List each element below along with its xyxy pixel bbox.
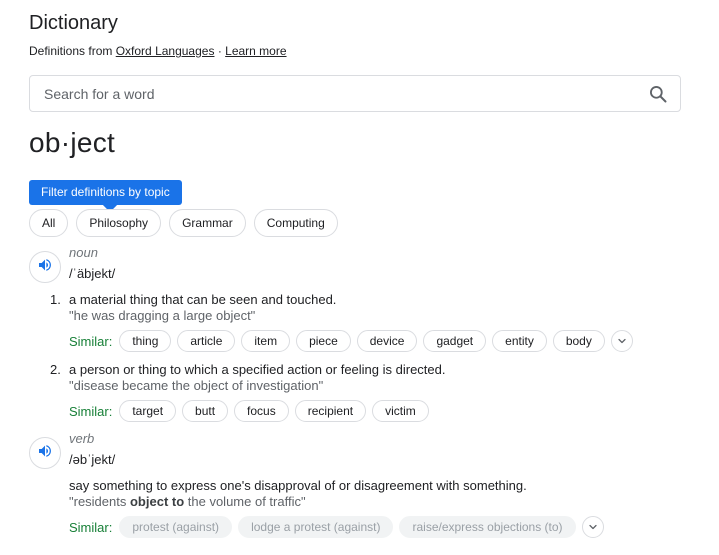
source-prefix: Definitions from <box>29 44 113 58</box>
synonym-chip[interactable]: body <box>552 330 605 352</box>
synonym-chip[interactable]: lodge a protest (against) <box>238 516 394 538</box>
example-text-bold: object to <box>129 494 185 509</box>
part-of-speech-verb: verb <box>69 431 95 446</box>
phonetic-verb: /əbˈjekt/ <box>69 452 116 467</box>
synonym-chip[interactable]: entity <box>492 330 547 352</box>
synonym-chip[interactable]: article <box>177 330 236 352</box>
search-box <box>29 75 681 112</box>
more-synonyms-button[interactable] <box>610 330 633 352</box>
search-input[interactable] <box>30 76 640 111</box>
topic-filter: All Philosophy Grammar Computing <box>29 209 338 237</box>
topic-chip-grammar[interactable]: Grammar <box>169 209 246 237</box>
filter-tooltip: Filter definitions by topic <box>29 180 182 205</box>
similar-label: Similar: <box>69 519 113 535</box>
synonym-chip[interactable]: gadget <box>423 330 487 352</box>
similar-words-row: Similar: protest (against) lodge a prote… <box>69 516 604 538</box>
synonym-chip[interactable]: target <box>119 400 177 422</box>
similar-words-row: Similar: target butt focus recipient vic… <box>69 400 429 422</box>
definition-text: say something to express one's disapprov… <box>69 478 527 493</box>
example-text-post: the volume of traffic" <box>184 494 306 509</box>
learn-more-link[interactable]: Learn more <box>225 44 286 58</box>
synonym-chip[interactable]: butt <box>182 400 229 422</box>
sense-number: 2. <box>50 362 61 377</box>
topic-chip-all[interactable]: All <box>29 209 69 237</box>
synonym-chip[interactable]: thing <box>119 330 172 352</box>
part-of-speech-noun: noun <box>69 245 98 260</box>
page-title: Dictionary <box>29 12 118 34</box>
similar-label: Similar: <box>69 333 113 349</box>
more-synonyms-button[interactable] <box>581 516 604 538</box>
pronunciation-audio-button-verb[interactable] <box>29 437 61 469</box>
headword: ob·ject <box>29 127 116 158</box>
synonym-chip[interactable]: raise/express objections (to) <box>399 516 576 538</box>
synonym-chip[interactable]: protest (against) <box>119 516 233 538</box>
chevron-down-icon <box>588 524 597 530</box>
topic-chip-philosophy[interactable]: Philosophy <box>76 209 162 237</box>
speaker-icon <box>37 257 53 278</box>
source-line: Definitions from Oxford Languages · Lear… <box>29 44 287 58</box>
example-text: "disease became the object of investigat… <box>69 378 324 393</box>
sense-number: 1. <box>50 292 61 307</box>
similar-words-row: Similar: thing article item piece device… <box>69 330 633 352</box>
definition-text: a material thing that can be seen and to… <box>69 292 337 307</box>
synonym-chip[interactable]: item <box>241 330 291 352</box>
pronunciation-audio-button-noun[interactable] <box>29 251 61 283</box>
synonym-chip[interactable]: recipient <box>294 400 367 422</box>
example-text: "residents object to the volume of traff… <box>69 494 306 509</box>
search-icon[interactable] <box>640 76 676 112</box>
synonym-chip[interactable]: victim <box>372 400 429 422</box>
synonym-chip[interactable]: focus <box>234 400 289 422</box>
separator: · <box>217 44 222 58</box>
oxford-languages-link[interactable]: Oxford Languages <box>116 44 215 58</box>
phonetic-noun: /ˈäbjekt/ <box>69 266 116 281</box>
topic-chip-computing[interactable]: Computing <box>253 209 338 237</box>
synonym-chip[interactable]: device <box>356 330 418 352</box>
speaker-icon <box>37 443 53 464</box>
chevron-down-icon <box>618 338 626 344</box>
synonym-chip[interactable]: piece <box>296 330 351 352</box>
example-text: "he was dragging a large object" <box>69 308 256 323</box>
definition-text: a person or thing to which a specified a… <box>69 362 446 377</box>
similar-label: Similar: <box>69 403 113 419</box>
example-text-pre: "residents <box>69 494 130 509</box>
